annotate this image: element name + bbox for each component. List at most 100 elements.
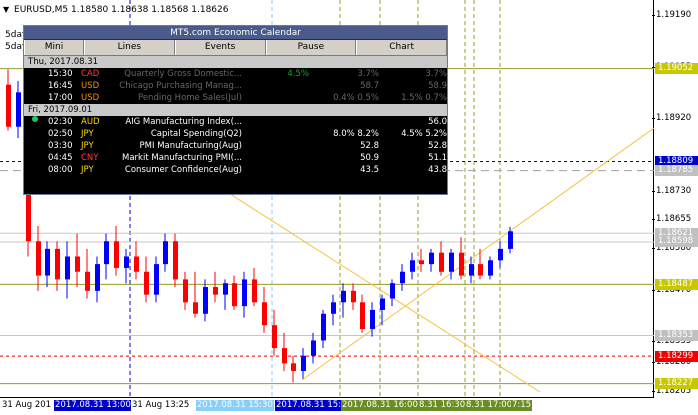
calendar-event-list: Thu, 2017.08.31 15:30 CAD Quarterly Gross D… <box>24 56 447 176</box>
price-tag: 1.18353 <box>655 330 698 341</box>
time-label: 2017.08.31 15:1 <box>275 400 348 411</box>
candle-body <box>311 340 316 356</box>
price-tag: 1.18227 <box>655 378 698 390</box>
event-name: Quarterly Gross Domestic... <box>124 69 242 79</box>
candle-body <box>65 256 70 280</box>
event-actual: 4.5% <box>287 69 309 79</box>
candle-body <box>183 279 188 303</box>
price-tag: 1.19052 <box>655 63 698 75</box>
event-previous: 51.1 <box>428 153 447 163</box>
mini-button[interactable]: Mini <box>24 40 84 55</box>
price-tag: 1.18487 <box>655 278 698 290</box>
calendar-toolbar: Mini Lines Events Pause Chart <box>24 40 447 56</box>
candle-body <box>272 325 277 349</box>
calendar-event-row[interactable]: 03:30 JPY PMI Manufacturing(Aug) 52.8 52.8 <box>24 140 447 152</box>
event-name: Consumer Confidence(Aug) <box>124 165 242 175</box>
economic-calendar-panel[interactable]: MT5.com Economic Calendar Mini Lines Eve… <box>23 25 448 195</box>
event-previous: 4.5% 5.2% <box>401 129 447 139</box>
event-currency: JPY <box>81 165 94 175</box>
event-name: PMI Manufacturing(Aug) <box>139 141 242 151</box>
time-label: 2017.08.31 15:30 <box>196 400 274 411</box>
candle-body <box>154 264 159 295</box>
calendar-event-row[interactable]: 02:30 AUD AIG Manufacturing Index(... 56.0 <box>24 116 447 128</box>
candle-body <box>321 313 326 341</box>
calendar-event-row[interactable]: 08:00 JPY Consumer Confidence(Aug) 43.5 43.8 <box>24 164 447 176</box>
event-forecast: 58.7 <box>360 81 379 91</box>
event-forecast: 50.9 <box>360 153 379 163</box>
time-label: 2017.08.31 13:00 <box>54 400 132 411</box>
symbol-name: EURUSD,M5 <box>14 5 69 15</box>
event-name: Capital Spending(Q2) <box>150 129 242 139</box>
candle-body <box>508 231 513 249</box>
events-button[interactable]: Events <box>174 40 266 55</box>
price-tag: 1.18785 <box>655 165 698 177</box>
calendar-event-row[interactable]: 16:45 USD Chicago Purchasing Manag... 58.7 5… <box>24 80 447 92</box>
price-tag: 1.18299 <box>655 350 698 362</box>
ohlc-values: 1.18580 1.18638 1.18568 1.18626 <box>71 5 229 15</box>
event-name: Chicago Purchasing Manag... <box>119 81 242 91</box>
event-previous: 56.0 <box>428 117 447 127</box>
event-previous: 3.7% <box>425 69 447 79</box>
event-currency: CNY <box>81 153 99 163</box>
lines-button[interactable]: Lines <box>84 40 175 55</box>
calendar-title[interactable]: MT5.com Economic Calendar <box>24 26 447 40</box>
candle-body <box>439 252 444 272</box>
candle-body <box>449 252 454 272</box>
candle-body <box>124 256 129 268</box>
event-previous: 58.9 <box>428 81 447 91</box>
candle-body <box>173 241 178 280</box>
event-time: 08:00 <box>48 165 73 175</box>
price-tick: 1.19190 <box>651 10 692 20</box>
candle-body <box>223 283 228 295</box>
candle-body <box>203 287 208 314</box>
time-label: 7:15 <box>511 400 533 411</box>
candle-body <box>16 92 21 127</box>
event-previous: 43.8 <box>428 165 447 175</box>
calendar-event-row[interactable]: 15:30 CAD Quarterly Gross Domestic... 4.5% 3… <box>24 68 447 80</box>
candle-body <box>469 264 474 276</box>
candle-body <box>488 260 493 276</box>
event-forecast: 0.4% 0.5% <box>333 93 379 103</box>
candle-body <box>459 252 464 276</box>
event-name: Pending Home Sales(Jul) <box>138 93 242 103</box>
event-time: 17:00 <box>48 93 73 103</box>
candle-body <box>410 260 415 272</box>
chart-button[interactable]: Chart <box>356 40 447 55</box>
candle-body <box>419 260 424 265</box>
candle-body <box>360 302 365 330</box>
calendar-event-row[interactable]: 02:50 JPY Capital Spending(Q2) 8.0% 8.2% 4.5… <box>24 128 447 140</box>
event-forecast: 3.7% <box>357 69 379 79</box>
event-name: AIG Manufacturing Index(... <box>125 117 242 127</box>
event-previous: 1.5% 0.7% <box>401 93 447 103</box>
candle-body <box>429 252 434 265</box>
event-forecast: 52.8 <box>360 141 379 151</box>
candle-body <box>163 241 168 265</box>
candle-body <box>351 290 356 303</box>
candle-body <box>380 298 385 310</box>
event-currency: JPY <box>81 129 94 139</box>
event-time: 02:30 <box>48 117 73 127</box>
pause-button[interactable]: Pause <box>265 40 357 55</box>
calendar-event-row[interactable]: 04:45 CNY Markit Manufacturing PMI(... 50.9… <box>24 152 447 164</box>
price-tick: 1.18730 <box>651 185 692 196</box>
calendar-event-row[interactable]: 17:00 USD Pending Home Sales(Jul) 0.4% 0.5%… <box>24 92 447 104</box>
symbol-header: ▼ EURUSD,M5 1.18580 1.18638 1.18568 1.18… <box>3 5 228 15</box>
event-time: 03:30 <box>48 141 73 151</box>
time-label: 31 Aug 201 <box>1 400 53 411</box>
candle-body <box>262 302 267 326</box>
event-currency: USD <box>81 81 100 91</box>
event-currency: USD <box>81 93 100 103</box>
event-forecast: 8.0% 8.2% <box>333 129 379 139</box>
candle-body <box>331 302 336 314</box>
candle-body <box>213 287 218 295</box>
price-tag: 1.18598 <box>655 236 698 248</box>
event-time: 02:50 <box>48 129 73 139</box>
candle-body <box>104 241 109 265</box>
candle-body <box>291 363 296 372</box>
event-currency: JPY <box>81 141 94 151</box>
candle-body <box>134 256 139 272</box>
candle-body <box>390 283 395 299</box>
calendar-day-header: Fri, 2017.09.01 <box>24 104 447 116</box>
candle-body <box>282 348 287 364</box>
candle-body <box>193 302 198 314</box>
